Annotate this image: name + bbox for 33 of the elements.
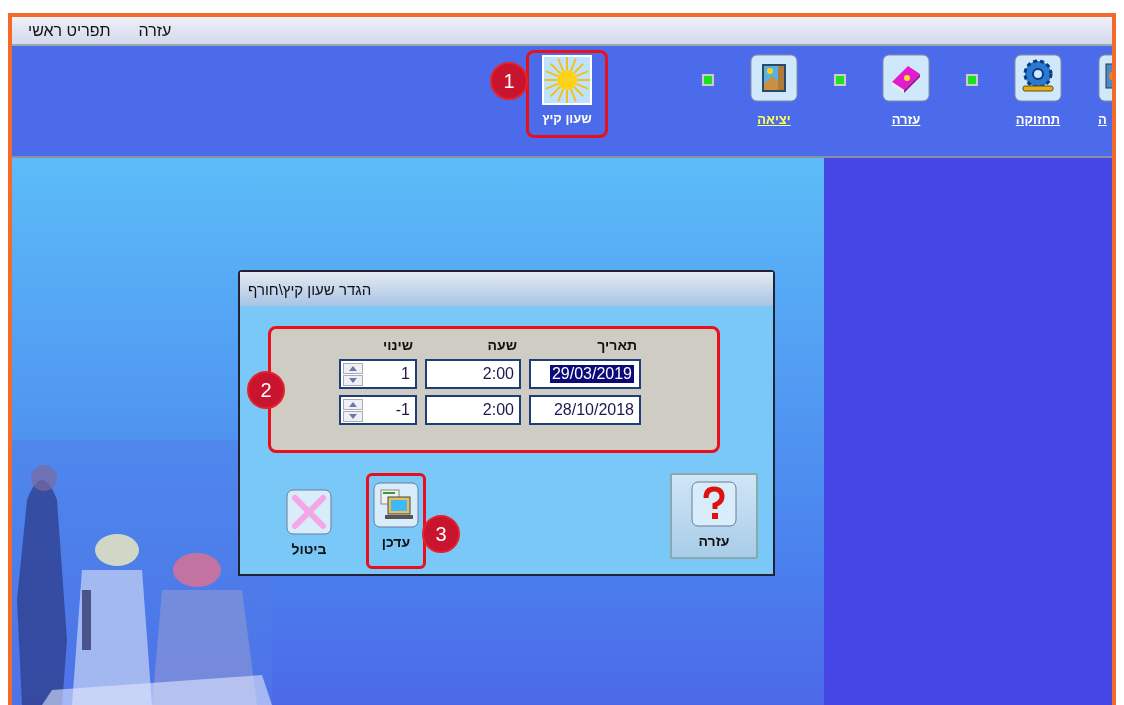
- toolbar-link[interactable]: תחזוקה: [1015, 112, 1061, 127]
- column-header: שעה: [486, 337, 518, 353]
- dialog-title: הגדר שעון קיץ\חורף: [248, 280, 372, 298]
- gear-wrench-icon[interactable]: [1014, 54, 1062, 102]
- help-button[interactable]: עזרה: [670, 473, 758, 559]
- toolbar-link[interactable]: יציאה: [757, 112, 791, 127]
- callout-badge: 3: [422, 515, 460, 553]
- toolbar-link[interactable]: עזרה: [891, 112, 921, 127]
- callout-badge: 2: [247, 371, 285, 409]
- update-button[interactable]: עדכן: [366, 473, 426, 569]
- computer-icon: [373, 482, 419, 528]
- sun-icon: [542, 55, 592, 105]
- cancel-button[interactable]: ביטול: [280, 480, 338, 564]
- toolbar-link[interactable]: ה: [1098, 112, 1107, 127]
- number-spinner[interactable]: -1: [339, 395, 417, 425]
- bullet-icon: [834, 74, 846, 86]
- menu-item[interactable]: תפריט ראשי: [24, 21, 115, 40]
- menu-item[interactable]: עזרה: [134, 21, 176, 40]
- date-field[interactable]: 28/10/2018: [529, 395, 641, 425]
- time-field[interactable]: 2:00: [425, 395, 521, 425]
- door-picture-icon[interactable]: [750, 54, 798, 102]
- cross-icon: [286, 489, 332, 535]
- date-field[interactable]: 29/03/2019: [529, 359, 641, 389]
- column-header: תאריך: [596, 337, 638, 353]
- callout-badge: 1: [490, 62, 528, 100]
- book-icon[interactable]: [882, 54, 930, 102]
- toolbar-button[interactable]: שעון קיץ: [526, 50, 608, 138]
- question-icon: [691, 481, 737, 527]
- bullet-icon: [966, 74, 978, 86]
- column-header: שינוי: [382, 337, 414, 353]
- time-field[interactable]: 2:00: [425, 359, 521, 389]
- number-spinner[interactable]: 1: [339, 359, 417, 389]
- bullet-icon: [702, 74, 714, 86]
